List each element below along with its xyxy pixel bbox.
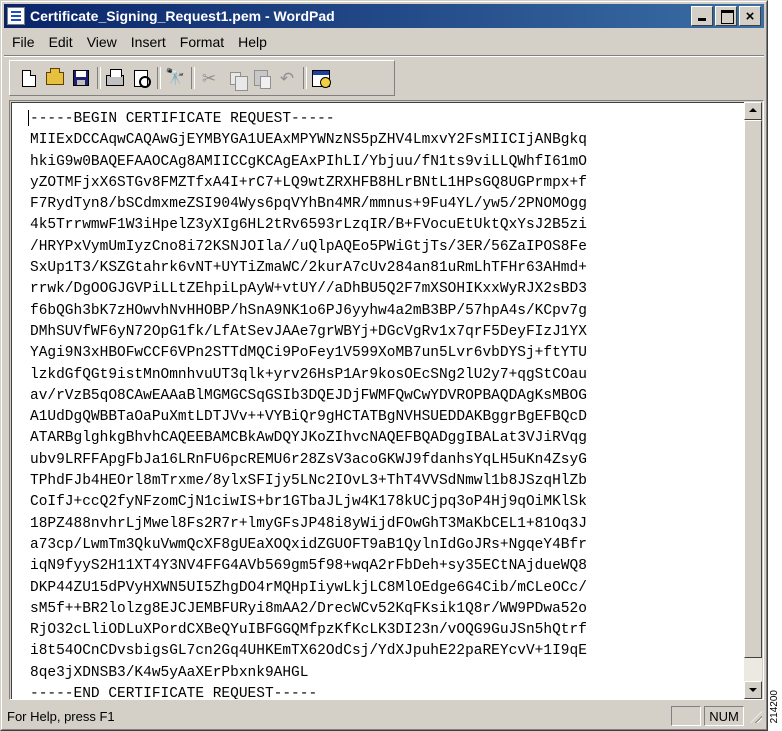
toolbar-separator — [188, 66, 196, 90]
document-line: rrwk/DgOOGJGVPiLLtZEhpiLpAyW+vtUY//aDhBU… — [30, 281, 587, 298]
save-disk-icon — [73, 70, 89, 86]
document-line: /HRYPxVymUmIyzCno8i72KSNJOIla//uQlpAQEo5… — [30, 238, 587, 255]
document-line: ubv9LRFFApgFbJa16LRnFU6pcREMU6r28ZsV3aco… — [30, 451, 587, 468]
document-line: -----END CERTIFICATE REQUEST----- — [30, 686, 318, 699]
document-line: av/rVzB5qO8CAwEAAaBlMGMGCSqGSIb3DQEJDjFW… — [30, 387, 587, 404]
cut-button[interactable]: ✂ — [196, 65, 222, 91]
open-button[interactable] — [42, 65, 68, 91]
close-button[interactable]: × — [739, 6, 761, 26]
title-bar[interactable]: Certificate_Signing_Request1.pem - WordP… — [4, 4, 764, 28]
document-line: 4k5TrrwmwF1W3iHpelZ3yXIg6HL2tRv6593rLzqI… — [30, 217, 587, 234]
figure-id-label: 214200 — [769, 690, 780, 724]
window-title: Certificate_Signing_Request1.pem - WordP… — [30, 8, 335, 24]
undo-icon: ↶ — [279, 68, 295, 88]
status-bar: For Help, press F1 NUM — [4, 704, 764, 728]
document-line: A1UdDgQWBBTaOaPuXmtLDTJVv++VYBiQr9gHCTAT… — [30, 409, 587, 426]
document-line: RjO32cLliODLuXPordCXBeQYuIBFGGQMfpzKfKcL… — [30, 622, 587, 639]
toolbar-separator — [300, 66, 308, 90]
document-line: a73cp/LwmTm3QkuVwmQcXF8gUEaXOQxidZGUOFT9… — [30, 536, 587, 553]
minimize-button[interactable] — [691, 6, 713, 26]
paste-button[interactable] — [248, 65, 274, 91]
cut-scissors-icon: ✂ — [201, 68, 217, 88]
date-time-icon — [312, 69, 331, 88]
toolbar: 🔭 ✂ ↶ — [9, 60, 395, 96]
resize-grip[interactable] — [746, 707, 764, 725]
document-line: CoIfJ+ccQ2fyNFzomCjN1ciwIS+br1GTbaJLjw4K… — [30, 494, 587, 511]
status-help-text: For Help, press F1 — [7, 708, 115, 724]
menu-edit[interactable]: Edit — [42, 32, 80, 52]
document-text[interactable]: -----BEGIN CERTIFICATE REQUEST----- MIIEx… — [30, 109, 587, 699]
menu-file[interactable]: File — [4, 32, 42, 52]
menu-insert[interactable]: Insert — [124, 32, 173, 52]
toolbar-separator — [154, 66, 162, 90]
document-line: DKP44ZU15dPVyHXWN5UI5ZhgDO4rMQHpIiywLkjL… — [30, 579, 587, 596]
new-button[interactable] — [16, 65, 42, 91]
copy-button[interactable] — [222, 65, 248, 91]
document-line: iqN9fyyS2H11XT4Y3NV4FFG4AVb569gm5f98+wqA… — [30, 558, 587, 575]
num-lock-indicator: NUM — [704, 706, 744, 726]
document-edit-area[interactable]: -----BEGIN CERTIFICATE REQUEST----- MIIEx… — [11, 102, 744, 699]
print-button[interactable] — [102, 65, 128, 91]
maximize-button[interactable] — [715, 6, 737, 26]
scroll-thumb[interactable] — [744, 120, 762, 658]
save-button[interactable] — [68, 65, 94, 91]
find-binoculars-icon: 🔭 — [165, 69, 185, 86]
copy-icon — [229, 71, 248, 91]
menu-help[interactable]: Help — [231, 32, 274, 52]
print-preview-icon — [134, 69, 151, 88]
menu-view[interactable]: View — [80, 32, 124, 52]
close-icon: × — [745, 7, 755, 25]
status-panel-blank — [671, 706, 701, 726]
document-line: sM5f++BR2lolzg8EJCJEMBFURyi8mAA2/DrecWCv… — [30, 600, 587, 617]
print-preview-button[interactable] — [128, 65, 154, 91]
document-line: TPhdFJb4HEOrl8mTrxme/8ylxSFIjy5LNc2IOvL3… — [30, 473, 587, 490]
document-line: i8t54OCnCDvsbigsGL7cn2Gq4UHKEmTX62OdCsj/… — [30, 643, 587, 660]
undo-button[interactable]: ↶ — [274, 65, 300, 91]
document-line: DMhSUVfWF6yN72OpG1fk/LfAtSevJAAe7grWBYj+… — [30, 323, 587, 340]
document-line: -----BEGIN CERTIFICATE REQUEST----- — [30, 111, 335, 127]
document-line: hkiG9w0BAQEFAAOCAg8AMIICCgKCAgEAxPIhLI/Y… — [30, 153, 587, 170]
document-line: yZOTMFjxX6STGv8FMZTfxA4I+rC7+LQ9wtZRXHFB… — [30, 174, 587, 191]
document-line: YAgi9N3xHBOFwCCF6VPn2STTdMQCi9PoFey1V599… — [30, 345, 587, 362]
document-line: 8qe3jXDNSB3/K4w5yAaXErPbxnk9AHGL — [30, 664, 309, 681]
toolbar-separator — [94, 66, 102, 90]
date-time-button[interactable] — [308, 65, 334, 91]
toolbar-divider — [4, 55, 764, 57]
vertical-scrollbar[interactable] — [744, 102, 762, 699]
scroll-down-button[interactable] — [744, 681, 762, 699]
find-button[interactable]: 🔭 — [162, 65, 188, 91]
paste-icon — [254, 70, 271, 89]
wordpad-app-icon[interactable] — [7, 7, 25, 25]
print-icon — [106, 69, 124, 86]
scroll-up-button[interactable] — [744, 102, 762, 120]
menu-bar: File Edit View Insert Format Help — [4, 30, 764, 54]
document-line: lzkdGfQGt9istMnOmnhvuUT3qlk+yrv26HsP1Ar9… — [30, 366, 587, 383]
document-line: SxUp1T3/KSZGtahrk6vNT+UYTiZmaWC/2kurA7cU… — [30, 260, 587, 277]
document-line: F7RydTyn8/bSCdmxmeZSI904Wys6pqVYhBn4MR/m… — [30, 196, 587, 213]
wordpad-window: Certificate_Signing_Request1.pem - WordP… — [0, 0, 768, 731]
text-caret — [28, 110, 29, 126]
document-line: 18PZ488nvhrLjMwel8Fs2R7r+lmyGFsJP48i8yWi… — [30, 515, 587, 532]
document-line: f6bQGh3bK7zHOwvhNvHHOBP/hSnA9NK1o6PJ6yyh… — [30, 302, 587, 319]
new-document-icon — [22, 69, 36, 87]
document-frame: -----BEGIN CERTIFICATE REQUEST----- MIIEx… — [9, 100, 764, 700]
menu-format[interactable]: Format — [173, 32, 231, 52]
document-line: MIIExDCCAqwCAQAwGjEYMBYGA1UEAxMPYWNzNS5p… — [30, 132, 587, 149]
open-folder-icon — [46, 67, 64, 85]
document-line: ATARBglghkgBhvhCAQEEBAMCBkAwDQYJKoZIhvcN… — [30, 430, 587, 447]
